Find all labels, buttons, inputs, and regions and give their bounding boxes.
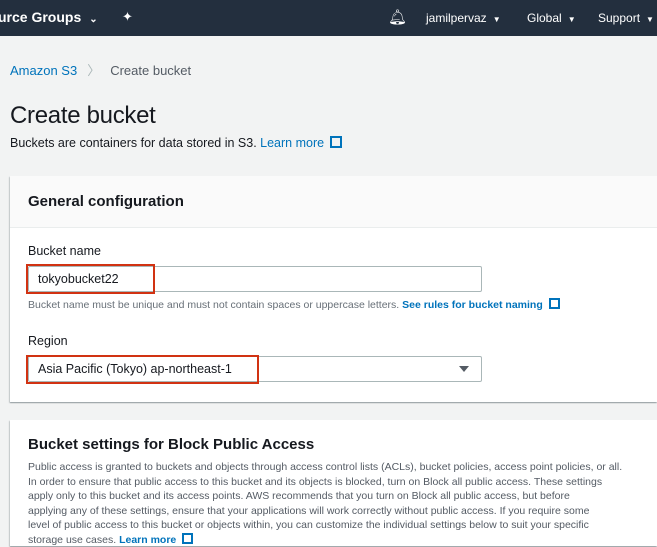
section-title: Bucket settings for Block Public Access	[28, 436, 314, 453]
desc-line: level of public access to this bucket or…	[28, 518, 650, 533]
bell-icon[interactable]: 🔔︎	[388, 8, 407, 26]
block-public-access-panel: Bucket settings for Block Public Access …	[10, 420, 657, 546]
resource-groups-menu[interactable]: urce Groups ⌄	[0, 9, 98, 25]
page-subtitle: Buckets are containers for data stored i…	[10, 136, 342, 150]
caret-down-icon: ▼	[646, 15, 654, 24]
top-nav-bar: urce Groups ⌄ ✦ 🔔︎ jamilpervaz ▼ Global ▼ S…	[0, 0, 657, 36]
region-label: Region	[28, 334, 68, 348]
caret-down-icon: ▼	[568, 15, 576, 24]
desc-line: In order to ensure that public access to…	[28, 475, 650, 490]
panel-title: General configuration	[10, 176, 657, 228]
page-title: Create bucket	[10, 102, 156, 130]
block-public-access-description: Public access is granted to buckets and …	[28, 460, 650, 547]
hint-text: Bucket name must be unique and must not …	[28, 299, 399, 311]
support-label: Support	[598, 11, 640, 25]
bucket-name-hint: Bucket name must be unique and must not …	[28, 298, 560, 311]
chevron-right-icon: 〉	[87, 63, 100, 78]
highlight-box	[26, 264, 155, 294]
user-menu[interactable]: jamilpervaz ▼	[426, 11, 501, 25]
highlight-box	[26, 355, 259, 384]
caret-down-icon: ▼	[493, 15, 501, 24]
subtitle-text: Buckets are containers for data stored i…	[10, 136, 257, 150]
bucket-naming-rules-link[interactable]: See rules for bucket naming	[402, 299, 560, 311]
breadcrumb-amazon-s3[interactable]: Amazon S3	[10, 63, 77, 78]
naming-rules-label: See rules for bucket naming	[402, 299, 543, 311]
external-link-icon	[549, 298, 560, 309]
region-menu[interactable]: Global ▼	[527, 11, 576, 25]
bucket-name-label: Bucket name	[28, 244, 101, 258]
learn-more-link[interactable]: Learn more	[260, 136, 342, 150]
pin-icon[interactable]: ✦	[122, 9, 133, 25]
learn-more-label: Learn more	[260, 136, 324, 150]
desc-line: storage use cases.	[28, 534, 116, 546]
desc-last-line: storage use cases. Learn more	[28, 533, 650, 547]
user-label: jamilpervaz	[426, 11, 487, 25]
breadcrumb-current: Create bucket	[110, 63, 191, 78]
learn-more-label: Learn more	[119, 534, 176, 546]
learn-more-link[interactable]: Learn more	[119, 534, 193, 546]
external-link-icon	[182, 533, 193, 544]
desc-line: Public access is granted to buckets and …	[28, 460, 650, 475]
general-configuration-panel: General configuration Bucket name tokyob…	[10, 176, 657, 402]
desc-line: applying any of these settings, ensure t…	[28, 504, 650, 519]
resource-groups-label: urce Groups	[0, 9, 81, 25]
chevron-down-icon: ⌄	[89, 14, 97, 25]
caret-down-icon	[459, 366, 469, 372]
support-menu[interactable]: Support ▼	[598, 11, 654, 25]
desc-line: apply only to this bucket and its access…	[28, 489, 650, 504]
breadcrumb: Amazon S3 〉 Create bucket	[10, 60, 191, 79]
external-link-icon	[330, 136, 342, 148]
region-label: Global	[527, 11, 562, 25]
